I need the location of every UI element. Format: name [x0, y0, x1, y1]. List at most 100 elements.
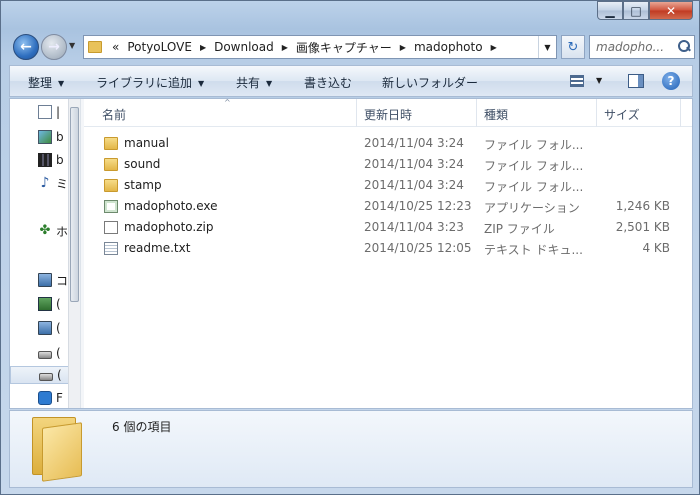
scrollbar-thumb[interactable]: [70, 107, 79, 302]
organize-button[interactable]: 整理 ▼: [28, 74, 64, 91]
nav-item-label: ミ: [56, 176, 69, 191]
column-divider[interactable]: [476, 99, 477, 127]
navigation-scrollbar[interactable]: [68, 99, 80, 408]
explorer-window: ▁ □ ✕ ← → ▼ « PotyoLOVE ▶ Download ▶ 画像キ…: [0, 0, 700, 495]
nav-item-music[interactable]: ♪ ミ: [38, 174, 68, 192]
refresh-button[interactable]: ↻: [561, 35, 585, 59]
nav-item-videos[interactable]: b: [38, 151, 64, 169]
pictures-icon: [38, 130, 52, 144]
breadcrumb-separator-icon[interactable]: ▶: [282, 43, 288, 52]
address-bar[interactable]: « PotyoLOVE ▶ Download ▶ 画像キャプチャー ▶ mado…: [83, 35, 557, 59]
file-name-cell: sound: [104, 157, 344, 171]
nav-item-drive[interactable]: (: [38, 319, 61, 337]
back-button[interactable]: ←: [13, 34, 39, 60]
column-divider[interactable]: [680, 99, 681, 127]
file-type: ZIP ファイル: [484, 222, 555, 236]
videos-icon: [38, 153, 52, 167]
nav-item-label: (: [57, 368, 62, 382]
forward-button[interactable]: →: [41, 34, 67, 60]
preview-pane-icon[interactable]: [628, 74, 644, 88]
close-button[interactable]: ✕: [649, 1, 693, 20]
file-date: 2014/10/25 12:05: [364, 241, 472, 255]
file-row-stamp[interactable]: stamp 2014/11/04 3:24 ファイル フォル...: [84, 175, 692, 196]
search-icon[interactable]: [678, 40, 690, 52]
address-dropdown-button[interactable]: ▼: [538, 36, 556, 58]
new-folder-button[interactable]: 新しいフォルダー: [382, 74, 478, 91]
column-header-name[interactable]: 名前: [102, 106, 126, 123]
breadcrumb-separator-icon[interactable]: ▶: [400, 43, 406, 52]
command-bar: 整理 ▼ ライブラリに追加 ▼ 共有 ▼ 書き込む 新しいフォルダー ▼ ?: [9, 65, 693, 97]
minimize-button[interactable]: ▁: [597, 1, 623, 20]
hard-drive-icon: [38, 350, 52, 359]
breadcrumb-capture[interactable]: 画像キャプチャー: [296, 39, 392, 56]
nav-item-documents[interactable]: |: [38, 103, 60, 121]
hard-drive-icon: [39, 372, 53, 381]
file-size: 1,246 KB: [615, 199, 670, 213]
large-folder-icon: [32, 417, 84, 482]
file-row-readme-txt[interactable]: readme.txt 2014/10/25 12:05 テキスト ドキュ... …: [84, 238, 692, 259]
nav-item-app[interactable]: F: [38, 389, 63, 407]
search-placeholder: madopho...: [596, 40, 665, 54]
add-to-library-button[interactable]: ライブラリに追加 ▼: [96, 74, 204, 91]
change-view-icon[interactable]: [570, 75, 584, 87]
file-name-cell: madophoto.zip: [104, 220, 344, 234]
file-name: readme.txt: [124, 241, 191, 255]
nav-item-label: b: [56, 130, 64, 144]
column-divider[interactable]: [356, 99, 357, 127]
help-icon[interactable]: ?: [662, 72, 680, 90]
file-name-cell: readme.txt: [104, 241, 344, 255]
computer-icon: [38, 273, 52, 287]
maximize-button[interactable]: □: [623, 1, 649, 20]
music-icon: ♪: [40, 175, 50, 191]
view-options-chevron-icon[interactable]: ▼: [596, 76, 602, 85]
share-label: 共有: [236, 76, 261, 90]
zip-icon: [104, 220, 118, 234]
details-pane: 6 個の項目: [9, 410, 693, 488]
back-arrow-icon: ←: [20, 39, 32, 55]
file-row-manual[interactable]: manual 2014/11/04 3:24 ファイル フォル...: [84, 133, 692, 154]
navigation-pane: | b b ♪ミ ✤ホ・ コ ( ( (: [10, 99, 80, 408]
file-name: manual: [124, 136, 169, 150]
nav-item-label: (: [56, 321, 61, 335]
column-divider[interactable]: [596, 99, 597, 127]
column-header-date[interactable]: 更新日時: [364, 106, 412, 123]
share-button[interactable]: 共有 ▼: [236, 74, 272, 91]
file-row-madophoto-exe[interactable]: madophoto.exe 2014/10/25 12:23 アプリケーション …: [84, 196, 692, 217]
column-header-size[interactable]: サイズ: [604, 106, 640, 123]
file-type: ファイル フォル...: [484, 180, 584, 194]
file-date: 2014/11/04 3:24: [364, 136, 464, 150]
address-overflow[interactable]: «: [112, 40, 119, 54]
homegroup-icon: ✤: [39, 223, 51, 238]
chevron-down-icon: ▼: [58, 79, 65, 88]
recent-pages-dropdown[interactable]: ▼: [69, 41, 75, 50]
burn-button[interactable]: 書き込む: [304, 74, 352, 91]
nav-item-hard-drive[interactable]: (: [38, 344, 61, 362]
network-drive-icon: [38, 297, 52, 311]
file-name: sound: [124, 157, 161, 171]
nav-item-pictures[interactable]: b: [38, 128, 64, 146]
nav-item-network-drive[interactable]: (: [38, 295, 61, 313]
search-input[interactable]: madopho...: [589, 35, 695, 59]
chevron-down-icon: ▼: [266, 79, 273, 88]
breadcrumb-madophoto[interactable]: madophoto: [414, 40, 483, 54]
refresh-icon: ↻: [567, 39, 579, 55]
nav-item-label: コ: [56, 273, 69, 288]
organize-label: 整理: [28, 76, 53, 90]
file-date: 2014/11/04 3:24: [364, 157, 464, 171]
breadcrumb-download[interactable]: Download: [214, 40, 274, 54]
column-header-type[interactable]: 種類: [484, 106, 508, 123]
breadcrumb-separator-icon[interactable]: ▶: [200, 43, 206, 52]
document-icon: [38, 105, 52, 119]
file-date: 2014/11/04 3:23: [364, 220, 464, 234]
exe-icon: [104, 199, 118, 213]
file-row-madophoto-zip[interactable]: madophoto.zip 2014/11/04 3:23 ZIP ファイル 2…: [84, 217, 692, 238]
folder-icon: [104, 136, 118, 150]
content-area: | b b ♪ミ ✤ホ・ コ ( ( (: [9, 98, 693, 409]
file-type: ファイル フォル...: [484, 159, 584, 173]
add-to-library-label: ライブラリに追加: [96, 76, 193, 90]
breadcrumb-separator-icon[interactable]: ▶: [491, 43, 497, 52]
nav-item-computer[interactable]: コ: [38, 271, 68, 289]
breadcrumb-potyolove[interactable]: PotyoLOVE: [127, 40, 192, 54]
file-size: 2,501 KB: [615, 220, 670, 234]
file-row-sound[interactable]: sound 2014/11/04 3:24 ファイル フォル...: [84, 154, 692, 175]
